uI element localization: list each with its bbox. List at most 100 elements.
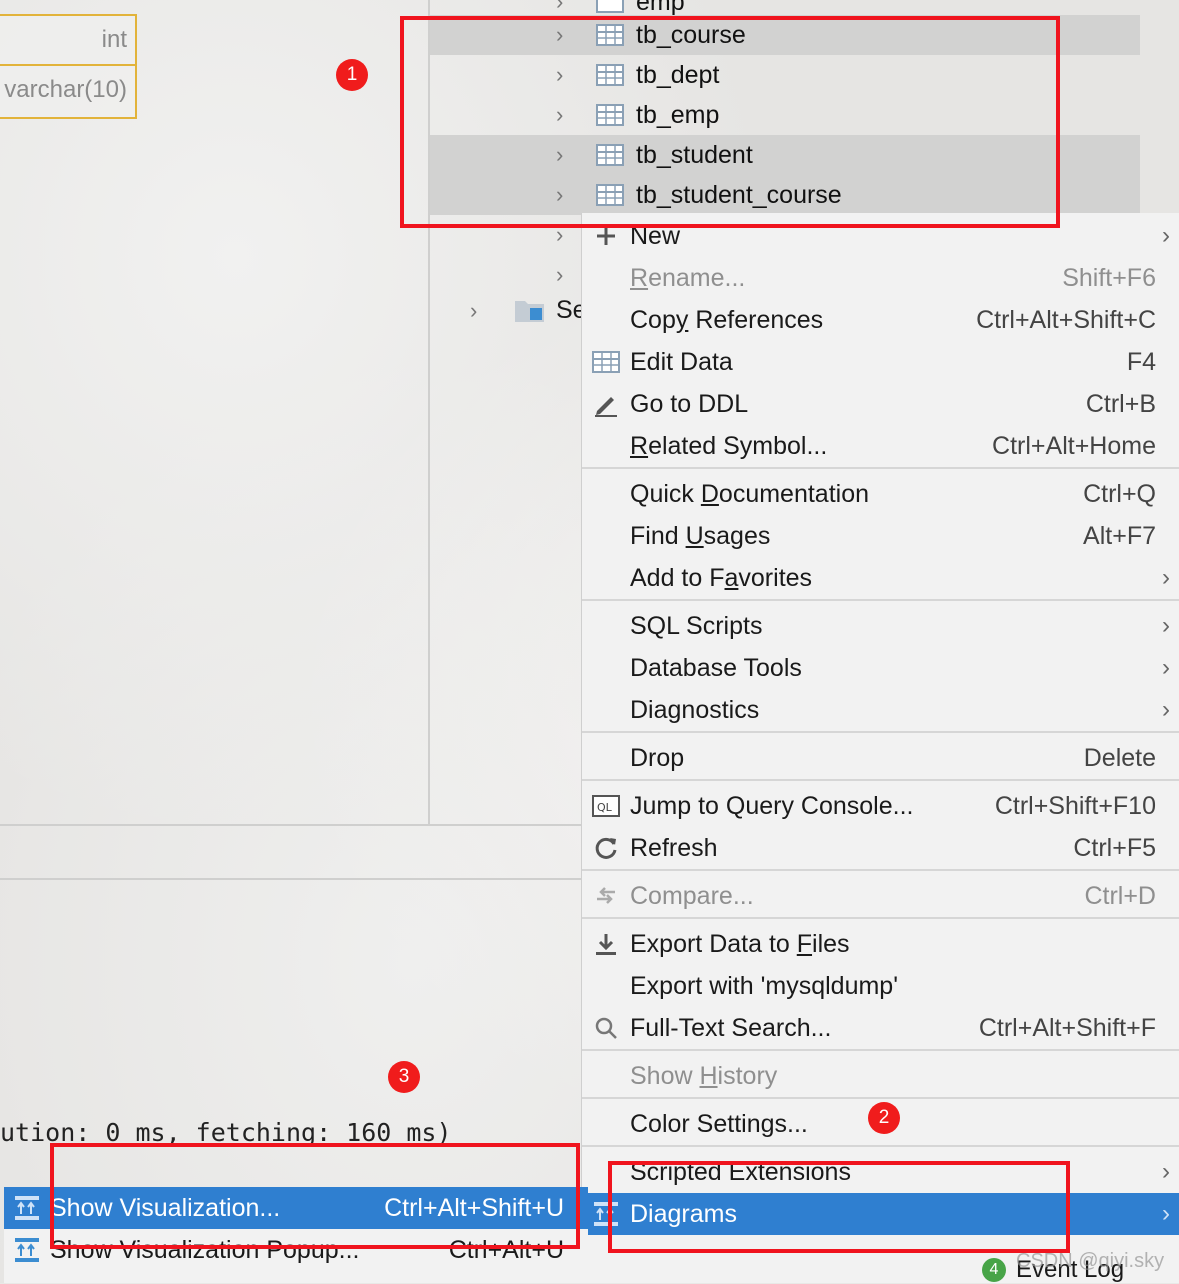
menu-separator — [582, 1049, 1179, 1051]
annotation-box-3 — [50, 1143, 580, 1249]
menu-item-shortcut: Ctrl+B — [1085, 389, 1156, 418]
menu-item-quick-documentation[interactable]: Quick Documentation Ctrl+Q — [582, 473, 1179, 515]
menu-item-copy-references[interactable]: Copy References Ctrl+Alt+Shift+C — [582, 299, 1179, 341]
menu-item-edit-data[interactable]: Edit Data F4 — [582, 341, 1179, 383]
menu-item-add-to-favorites[interactable]: Add to Favorites › — [582, 557, 1179, 599]
annotation-box-2 — [608, 1161, 1070, 1253]
menu-item-full-text-search[interactable]: Full-Text Search... Ctrl+Alt+Shift+F — [582, 1007, 1179, 1049]
download-icon — [582, 931, 630, 957]
refresh-icon — [582, 835, 630, 861]
menu-separator — [582, 599, 1179, 601]
menu-separator — [582, 467, 1179, 469]
menu-item-shortcut: Ctrl+F5 — [1073, 833, 1156, 862]
menu-item-label: Refresh — [630, 833, 718, 862]
menu-item-shortcut: Ctrl+Q — [1083, 479, 1156, 508]
event-log-count-badge: 4 — [982, 1258, 1006, 1282]
menu-item-label: Color Settings... — [630, 1109, 808, 1138]
panel-divider — [0, 878, 581, 880]
menu-item-label: SQL Scripts — [630, 611, 763, 640]
menu-item-shortcut: Ctrl+D — [1084, 881, 1156, 910]
menu-item-label: Rename... — [630, 263, 746, 292]
folder-icon — [515, 300, 544, 322]
menu-item-label: Related Symbol... — [630, 431, 828, 460]
menu-item-label: Compare... — [630, 881, 754, 910]
menu-item-rename: Rename... Shift+F6 — [582, 257, 1179, 299]
menu-separator — [582, 779, 1179, 781]
chevron-right-icon: › — [1162, 696, 1170, 723]
diagram-icon — [4, 1195, 50, 1221]
schema-column-box: int varchar(10) — [0, 14, 137, 119]
menu-item-shortcut: Ctrl+Alt+Shift+F — [978, 1013, 1156, 1042]
menu-item-export-mysqldump[interactable]: Export with 'mysqldump' — [582, 965, 1179, 1007]
schema-type-int: int — [0, 16, 135, 66]
panel-divider — [0, 824, 581, 826]
menu-item-label: Copy References — [630, 305, 824, 334]
menu-item-label: Jump to Query Console... — [630, 791, 914, 820]
menu-item-shortcut: Shift+F6 — [1062, 263, 1156, 292]
menu-item-find-usages[interactable]: Find Usages Alt+F7 — [582, 515, 1179, 557]
menu-item-shortcut: Ctrl+Alt+Shift+C — [976, 305, 1156, 334]
menu-item-label: Diagnostics — [630, 695, 760, 724]
plus-icon — [582, 225, 630, 247]
menu-item-label: Export with 'mysqldump' — [630, 971, 898, 1000]
menu-item-label: Export Data to Files — [630, 929, 850, 958]
chevron-right-icon[interactable]: › — [556, 0, 586, 15]
menu-item-go-to-ddl[interactable]: Go to DDL Ctrl+B — [582, 383, 1179, 425]
menu-item-database-tools[interactable]: Database Tools › — [582, 647, 1179, 689]
tree-item-schema-node[interactable]: › Se — [470, 296, 587, 325]
mnemonic-letter: H — [699, 1061, 718, 1090]
schema-type-varchar: varchar(10) — [4, 76, 127, 103]
table-icon — [596, 0, 624, 13]
mnemonic-letter: y — [675, 305, 689, 334]
annotation-badge-3: 3 — [388, 1061, 420, 1093]
mnemonic-letter: R — [630, 431, 649, 460]
menu-item-shortcut: Ctrl+Shift+F10 — [994, 791, 1156, 820]
chevron-right-icon: › — [1162, 654, 1170, 681]
svg-text:QL: QL — [597, 801, 613, 814]
menu-item-shortcut: Delete — [1083, 743, 1156, 772]
chevron-right-icon: › — [1162, 612, 1170, 639]
mnemonic-letter: F — [796, 929, 813, 958]
menu-separator — [582, 1097, 1179, 1099]
menu-item-label: Full-Text Search... — [630, 1013, 832, 1042]
annotation-box-1 — [400, 16, 1060, 228]
menu-item-label: Show History — [630, 1061, 778, 1090]
annotation-badge-2: 2 — [868, 1102, 900, 1134]
menu-item-compare: Compare... Ctrl+D — [582, 875, 1179, 917]
menu-item-label: Find Usages — [630, 521, 771, 550]
chevron-right-icon: › — [1162, 564, 1170, 591]
menu-separator — [582, 869, 1179, 871]
menu-item-label: Drop — [630, 743, 685, 772]
pencil-icon — [582, 391, 630, 417]
watermark: CSDN @qiyi.sky — [1016, 1250, 1165, 1272]
chevron-right-icon: › — [1162, 1158, 1170, 1185]
menu-separator — [582, 1145, 1179, 1147]
chevron-right-icon: › — [1162, 1200, 1170, 1227]
menu-item-label: Database Tools — [630, 653, 802, 682]
menu-item-label: Quick Documentation — [630, 479, 870, 508]
menu-item-export-data-to-files[interactable]: Export Data to Files — [582, 923, 1179, 965]
search-icon — [582, 1015, 630, 1041]
menu-item-label: Add to Favorites — [630, 563, 813, 592]
chevron-right-icon[interactable]: › — [470, 298, 514, 324]
annotation-badge-1: 1 — [336, 59, 368, 91]
compare-icon — [582, 883, 630, 909]
menu-item-diagnostics[interactable]: Diagnostics › — [582, 689, 1179, 731]
menu-item-label: Go to DDL — [630, 389, 749, 418]
mnemonic-letter: U — [685, 521, 704, 550]
mnemonic-letter: R — [630, 263, 649, 292]
menu-item-related-symbol[interactable]: Related Symbol... Ctrl+Alt+Home — [582, 425, 1179, 467]
menu-separator — [582, 917, 1179, 919]
mnemonic-letter: a — [724, 563, 739, 592]
menu-item-shortcut: Alt+F7 — [1083, 521, 1156, 550]
diagram-icon — [4, 1237, 50, 1263]
menu-item-drop[interactable]: Drop Delete — [582, 737, 1179, 779]
menu-item-label: Edit Data — [630, 347, 733, 376]
menu-item-shortcut: F4 — [1126, 347, 1156, 376]
menu-item-refresh[interactable]: Refresh Ctrl+F5 — [582, 827, 1179, 869]
mnemonic-letter: D — [700, 479, 719, 508]
menu-item-jump-to-query-console[interactable]: QL Jump to Query Console... Ctrl+Shift+F10 — [582, 785, 1179, 827]
table-icon — [582, 351, 630, 373]
menu-item-shortcut: Ctrl+Alt+Home — [992, 431, 1156, 460]
menu-item-sql-scripts[interactable]: SQL Scripts › — [582, 605, 1179, 647]
